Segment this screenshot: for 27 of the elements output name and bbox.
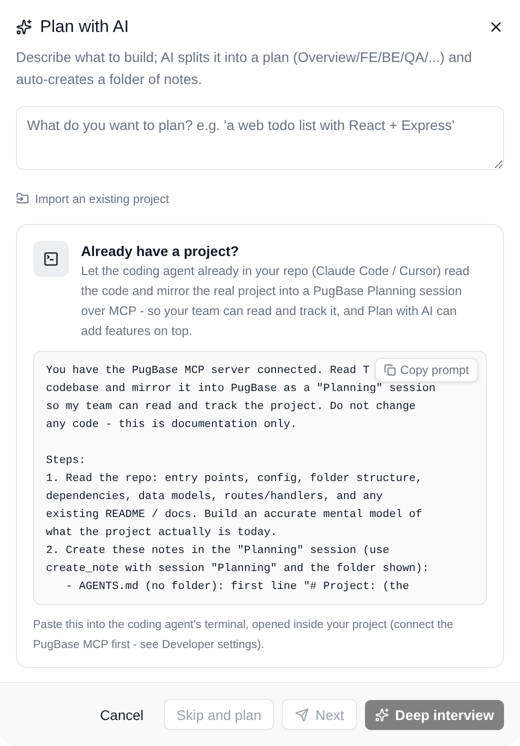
folder-import-icon <box>16 192 29 205</box>
prompt-field[interactable]: What do you want to plan? e.g. 'a web todo list with React + Express' <box>16 106 504 170</box>
code-line: so my team can read and track the project. Do not change <box>46 400 416 414</box>
sparkles-icon <box>16 18 32 35</box>
cancel-button[interactable]: Cancel <box>88 700 156 730</box>
import-link[interactable]: Import an existing project <box>16 190 170 208</box>
code-line: create_note with session "Planning" and the folder shown): <box>46 562 429 576</box>
code-line: what the project actually is today. <box>46 526 278 540</box>
sparkles-icon <box>375 708 390 722</box>
copy-prompt-button[interactable]: Copy prompt <box>375 358 478 382</box>
code-line: existing README / docs. Build an accurate mental model of <box>46 508 422 522</box>
code-line: codebase and mirror it into PugBase as a "Planning" session <box>46 382 436 396</box>
card-description: Let the coding agent already in your repo (Claude Code / Cursor) read the code and mirror the real project into a PugBase Planning session over MCP - so your team can read and track it, and Plan with AI can add features on top. <box>81 262 470 340</box>
code-line: any code - this is documentation only. <box>46 418 297 432</box>
paste-hint: Paste this into the coding agent's terminal, opened inside your project (connect the PugBase MCP first - see Developer settings). <box>33 618 454 652</box>
copy-icon <box>384 364 396 376</box>
dialog-title: Plan with AI <box>40 16 129 38</box>
code-line: 1. Read the repo: entry points, config, folder structure, <box>46 472 422 486</box>
code-line: You have the PugBase MCP server connected. Read T <box>46 364 370 378</box>
code-line: dependencies, data models, routes/handlers, and any <box>46 490 383 504</box>
code-line: Steps: <box>46 454 86 468</box>
code-line: 2. Create these notes in the "Planning" session (use <box>46 544 390 558</box>
send-icon <box>295 708 310 722</box>
card-title: Already have a project? <box>81 242 240 260</box>
terminal-icon <box>33 240 69 276</box>
dialog-description: Describe what to build; AI splits it into a plan (Overview/FE/BE/QA/...) and auto-creates a folder of notes. <box>16 48 473 88</box>
code-line: - AGENTS.md (no folder): first line "# Project: (the <box>64 580 410 594</box>
